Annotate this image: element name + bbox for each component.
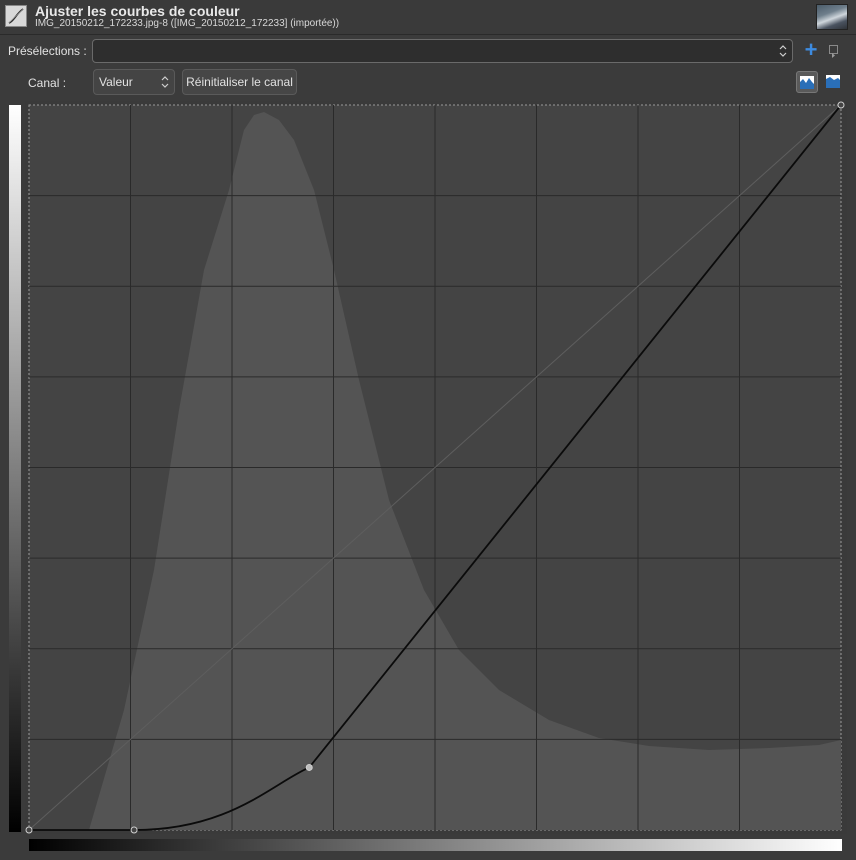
input-gradient-bar [29,839,842,851]
curves-graph[interactable] [25,101,847,834]
channel-label: Canal : [28,76,67,90]
menu-icon[interactable] [829,45,838,58]
linear-histogram-icon[interactable] [796,71,818,93]
output-gradient-bar [9,105,21,832]
log-histogram-icon[interactable] [823,71,845,93]
dialog-title: Ajuster les courbes de couleur [35,3,240,19]
curve-control-point[interactable] [25,826,33,834]
dialog-header: Ajuster les courbes de couleur IMG_20150… [0,0,856,35]
channel-combo[interactable]: Valeur [93,69,175,95]
curve-control-point[interactable] [837,101,845,109]
curve-control-point[interactable] [130,826,138,834]
curve-control-point[interactable] [305,763,313,771]
add-preset-icon[interactable]: + [801,39,821,61]
curves-tool-icon [5,5,27,27]
dialog-subtitle: IMG_20150212_172233.jpg-8 ([IMG_20150212… [35,18,340,29]
presets-label: Présélections : [8,44,87,58]
reset-channel-button[interactable]: Réinitialiser le canal [182,69,297,95]
image-thumbnail [816,4,848,30]
spin-arrows-icon [161,76,169,88]
channel-value: Valeur [99,75,133,89]
presets-combo[interactable] [92,39,793,63]
spin-arrows-icon [779,45,787,57]
